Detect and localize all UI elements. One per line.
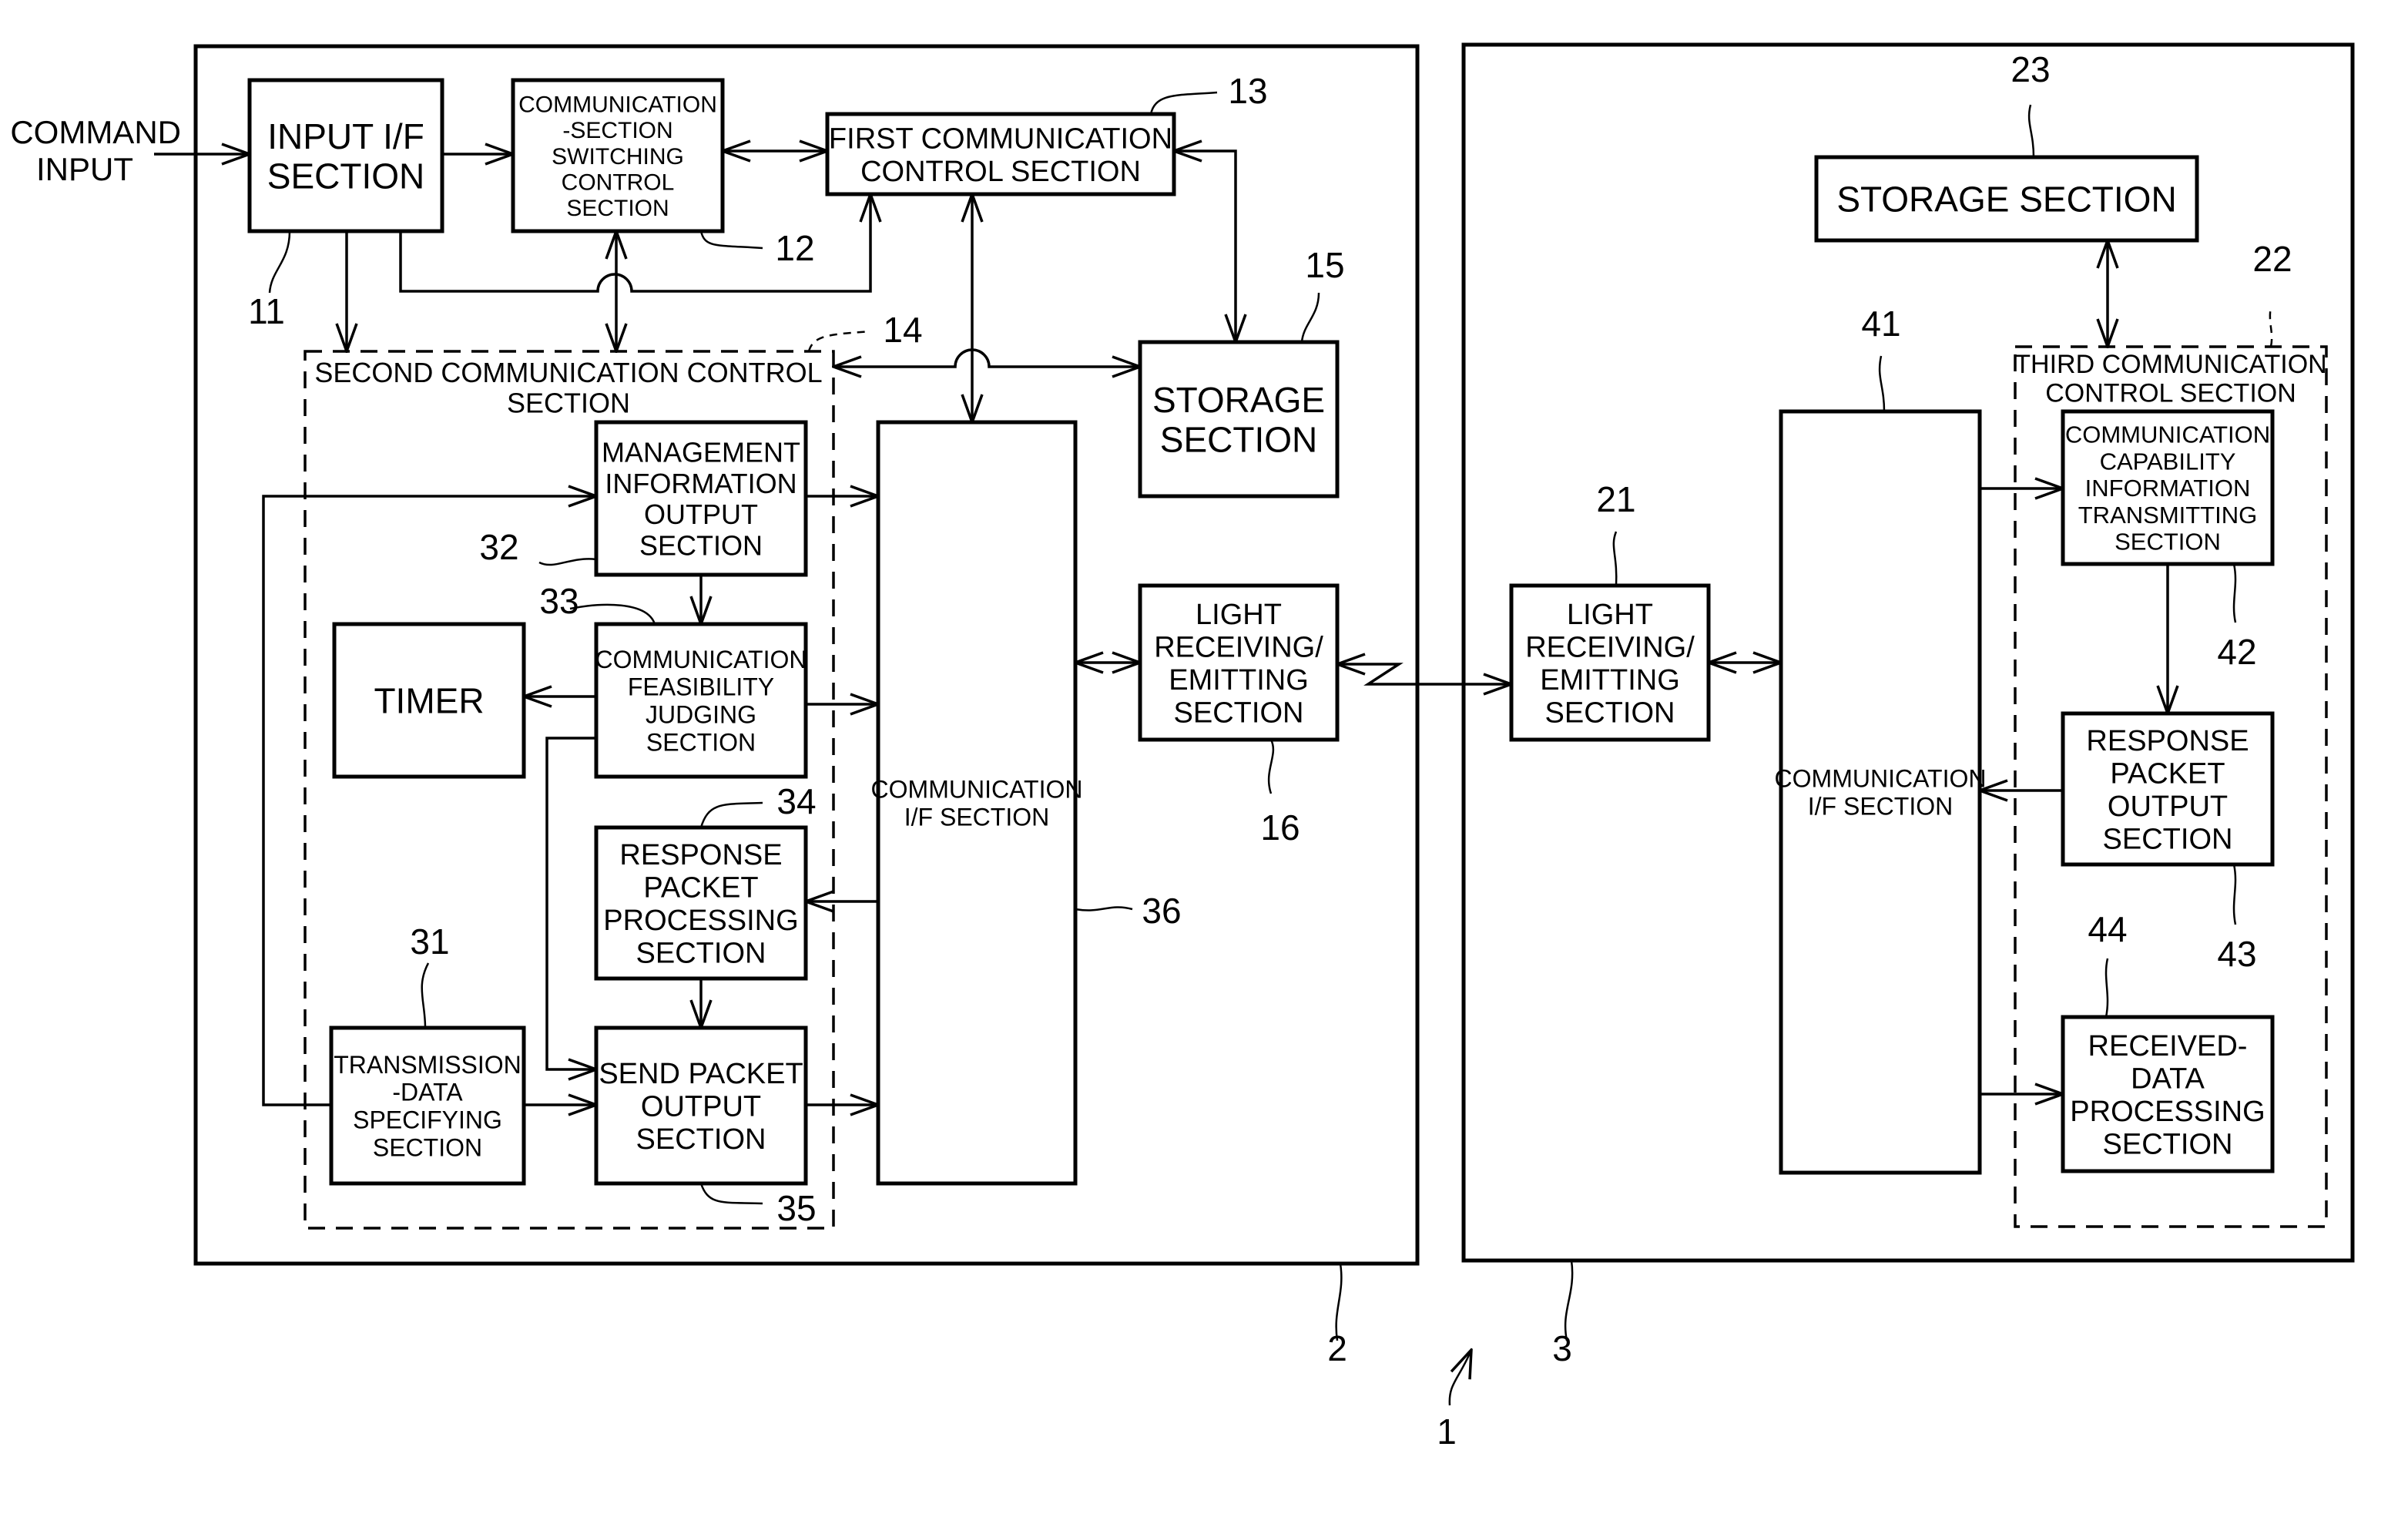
third-comm-control-title: THIRD COMMUNICATION CONTROL SECTION [2014,350,2326,408]
ref-numeral-2: 2 [1327,1328,1347,1368]
storage-section-15-label: STORAGE SECTION [1152,380,1325,460]
ref-numeral-31: 31 [410,921,449,962]
comm-section-switching-control: COMMUNICATION -SECTION SWITCHING CONTROL SEC… [511,78,725,233]
send-packet-output-section: SEND PACKET OUTPUT SECTION [594,1026,808,1186]
ref-numeral-1: 1 [1437,1412,1457,1452]
response-packet-output-section: RESPONSE PACKET OUTPUT SECTION [2061,711,2275,867]
timer: TIMER [332,622,526,779]
ref-numeral-42: 42 [2217,632,2256,672]
comm-if-section-41: COMMUNICATION I/F SECTION [1775,409,1986,1175]
ref-numeral-43: 43 [2217,934,2256,974]
block-diagram: INPUT I/F SECTION COMMUNICATION -SECTION SWI… [10,42,2355,1452]
ref-numeral-16: 16 [1260,807,1300,848]
timer-label: TIMER [374,681,484,721]
ref-numeral-35: 35 [776,1188,816,1228]
input-if-section: INPUT I/F SECTION [247,78,444,233]
storage-section-23: STORAGE SECTION [1814,155,2199,243]
response-packet-output-section-label: RESPONSE PACKET OUTPUT SECTION [2086,725,2249,856]
management-info-output-section: MANAGEMENT INFORMATION OUTPUT SECTION [594,420,808,577]
ref-numeral-44: 44 [2088,909,2127,949]
received-data-processing-section: RECEIVED-DATA PROCESSING SECTION [2061,1015,2275,1173]
ref-numeral-12: 12 [775,228,814,268]
ref-numeral-32: 32 [479,527,518,567]
storage-section-15: STORAGE SECTION [1138,340,1340,498]
ref-numeral-15: 15 [1305,245,1344,285]
ref-numeral-22: 22 [2252,239,2292,279]
first-comm-control-section-label: FIRST COMMUNICATION CONTROL SECTION [829,123,1172,188]
ref-numeral-34: 34 [776,781,816,821]
storage-section-23-label: STORAGE SECTION [1836,180,2176,220]
second-comm-control-title: SECOND COMMUNICATION CONTROL SECTION [314,357,822,419]
ref-numeral-23: 23 [2011,49,2050,89]
ref-numeral-14: 14 [883,310,922,350]
ref-numeral-11: 11 [248,291,285,331]
response-packet-processing-section: RESPONSE PACKET PROCESSING SECTION [594,825,808,981]
command-input-label: COMMAND INPUT [10,114,189,187]
comm-feasibility-judging-section: COMMUNICATION FEASIBILITY JUDGING SECTION [594,622,808,779]
input-if-section-label: INPUT I/F SECTION [267,116,424,196]
ref-numeral-21: 21 [1596,479,1635,519]
comm-if-section-36: COMMUNICATION I/F SECTION [871,420,1082,1186]
light-rx-tx-section-21: LIGHT RECEIVING/EMITTING SECTION [1509,583,1711,742]
ref-numeral-13: 13 [1228,71,1267,111]
ref-numeral-36: 36 [1142,891,1181,931]
ref-numeral-41: 41 [1861,304,1900,344]
ref-numeral-3: 3 [1552,1328,1572,1368]
light-rx-tx-section-16: LIGHT RECEIVING/EMITTING SECTION [1138,583,1340,742]
transmission-data-specifying-section: TRANSMISSION -DATA SPECIFYING SECTION [329,1026,526,1186]
first-comm-control-section: FIRST COMMUNICATION CONTROL SECTION [825,112,1176,196]
comm-capability-info-transmitting-section: COMMUNICATION CAPABILITY INFORMATION TRANSM… [2061,409,2275,566]
ref-numeral-33: 33 [539,581,579,621]
